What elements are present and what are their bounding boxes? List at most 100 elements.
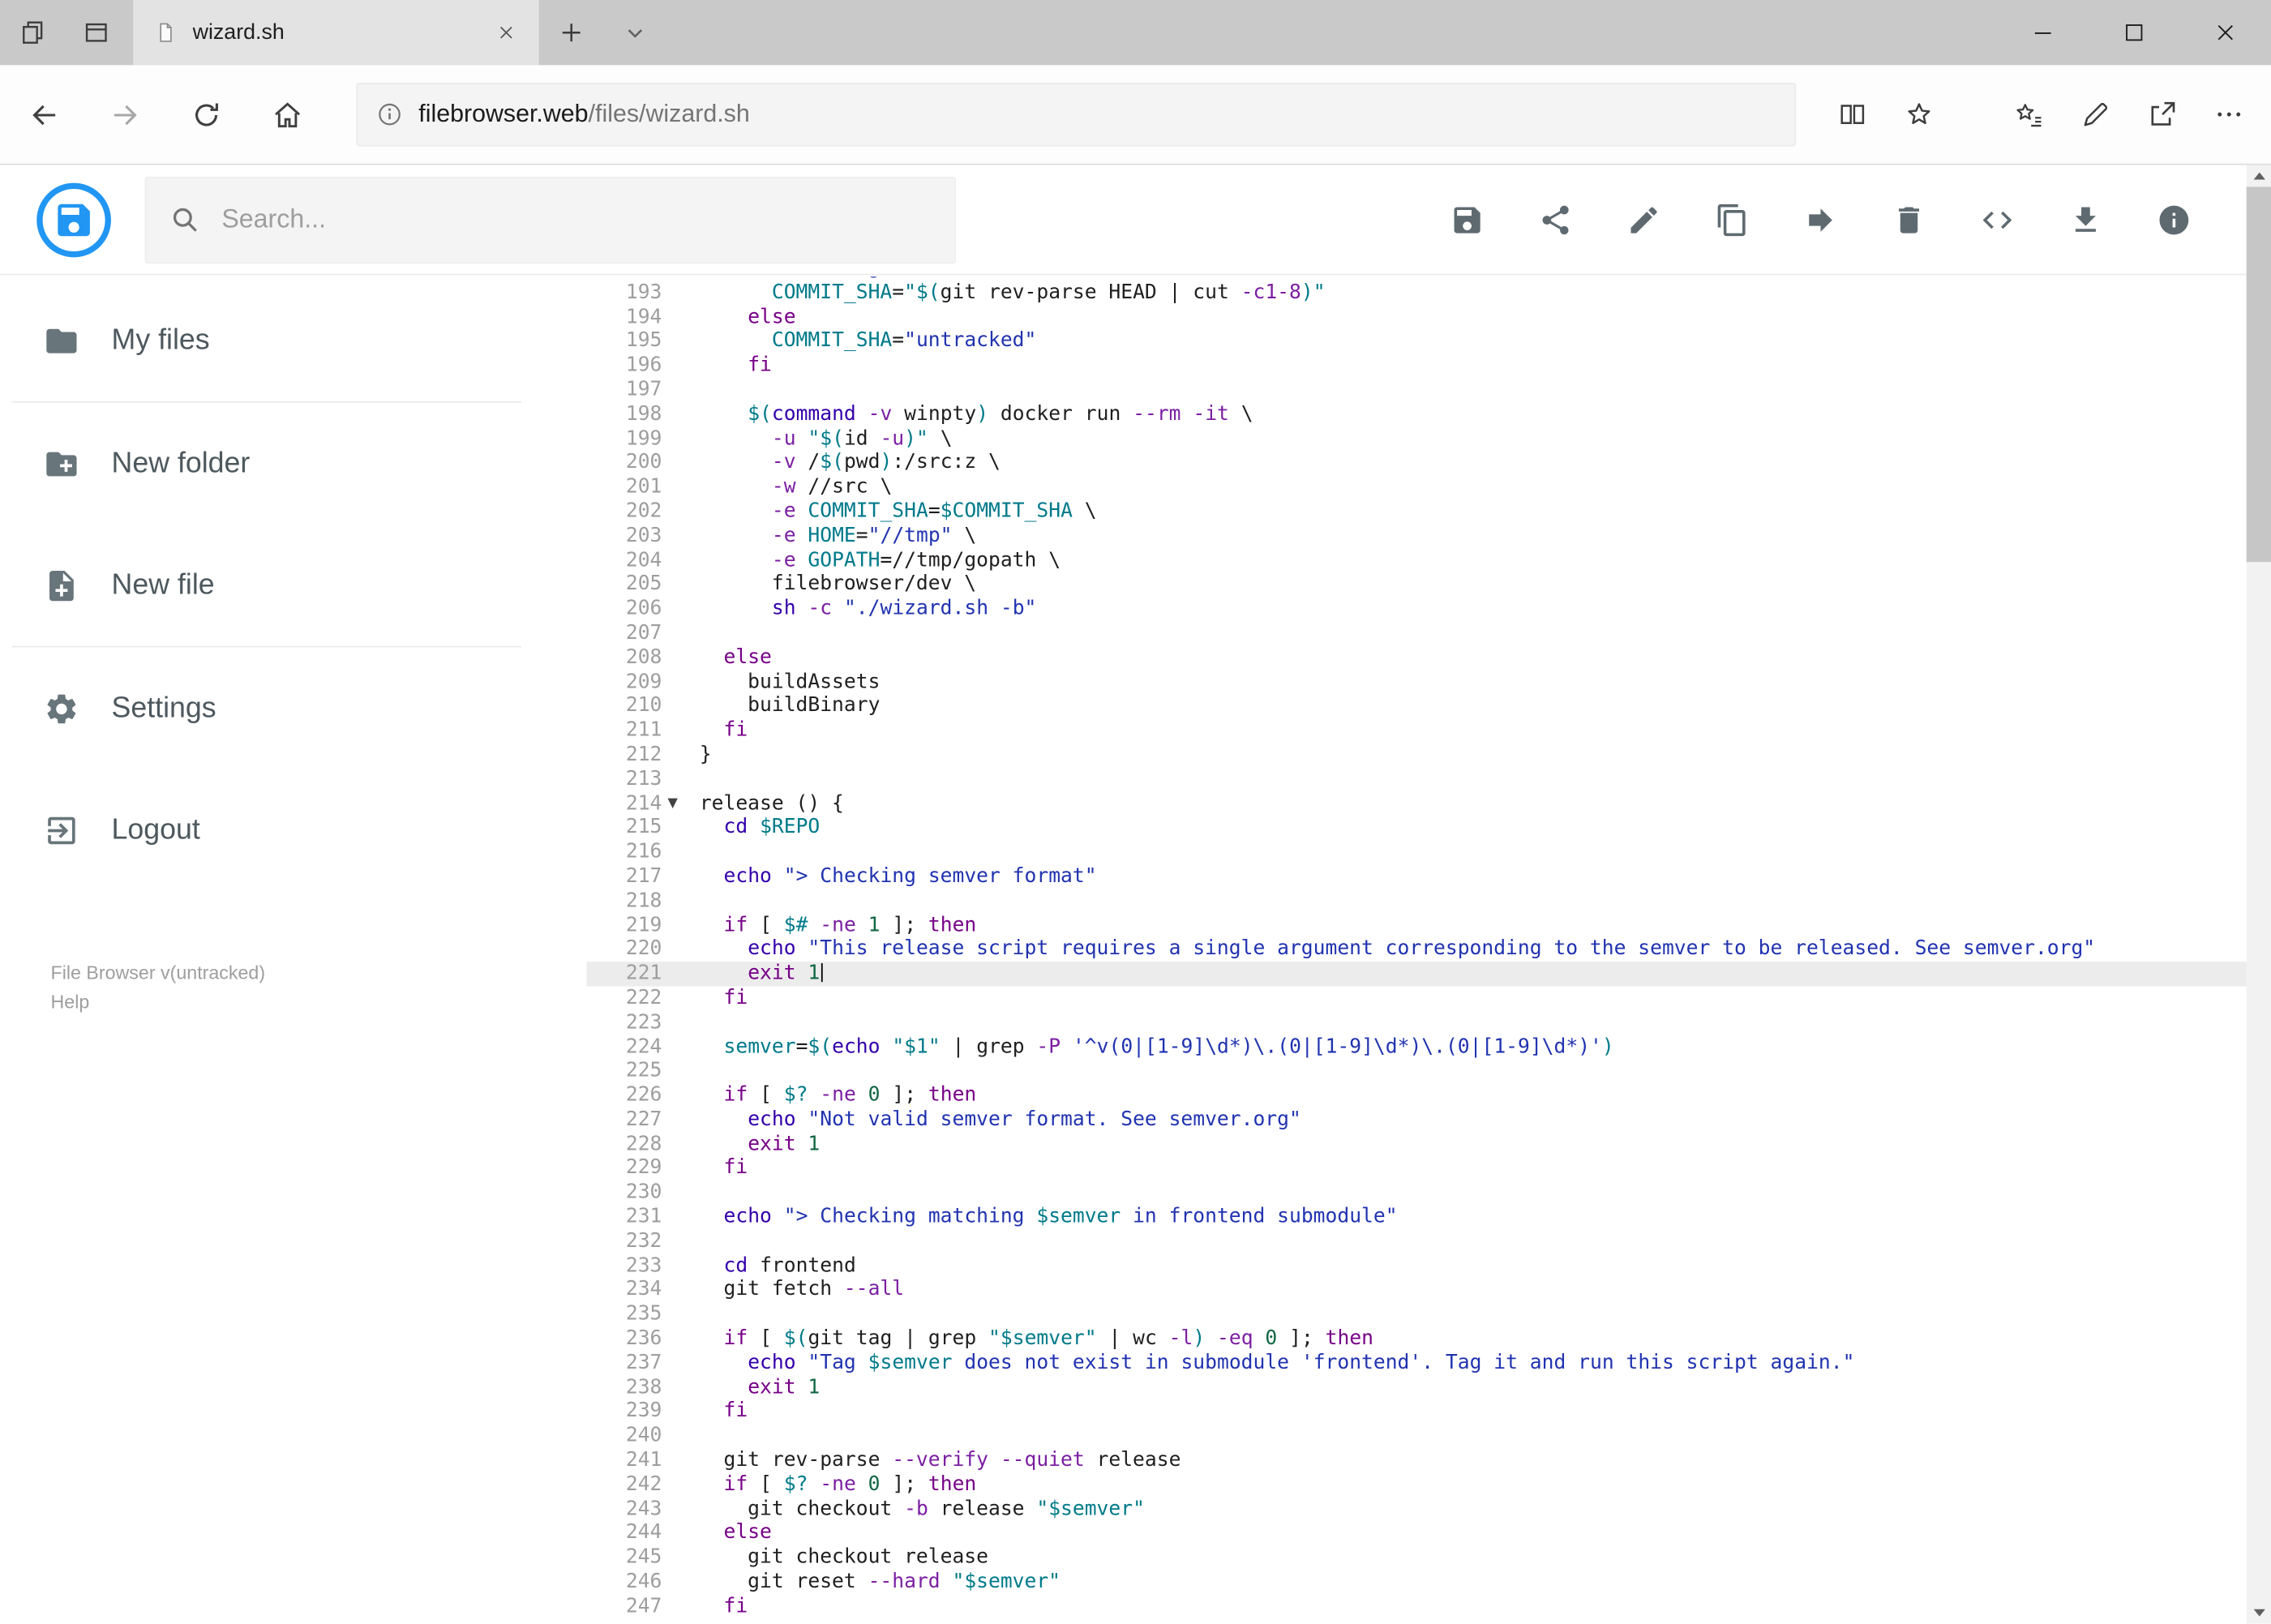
code-line[interactable]: 233 cd frontend [586, 1253, 2246, 1278]
code-line[interactable]: 222 fi [586, 986, 2246, 1010]
code-line[interactable]: 216 [586, 840, 2246, 864]
minimize-button[interactable] [1997, 0, 2089, 65]
code-line[interactable]: 224 semver=$(echo "$1" | grep -P '^v(0|[… [586, 1035, 2246, 1059]
download-button[interactable] [2068, 202, 2103, 237]
code-line[interactable]: 243 git checkout -b release "$semver" [586, 1497, 2246, 1521]
code-line[interactable]: 220 echo "This release script requires a… [586, 937, 2246, 962]
code-line[interactable]: 207 [586, 621, 2246, 645]
code-line[interactable]: 246 git reset --hard "$semver" [586, 1570, 2246, 1595]
code-line[interactable]: 197 [586, 378, 2246, 402]
home-button[interactable] [246, 74, 328, 155]
code-line[interactable]: 199 -u "$(id -u)" \ [586, 426, 2246, 451]
more-button[interactable] [2196, 78, 2262, 150]
sidebar-item-settings[interactable]: Settings [0, 648, 586, 769]
code-line[interactable]: 218 [586, 889, 2246, 913]
code-line[interactable]: 208 else [586, 645, 2246, 670]
code-line[interactable]: 213 [586, 767, 2246, 791]
code-line[interactable]: 238 exit 1 [586, 1375, 2246, 1399]
code-line[interactable]: 232 [586, 1229, 2246, 1253]
code-line[interactable]: 242 if [ $? -ne 0 ]; then [586, 1472, 2246, 1497]
maximize-button[interactable] [2089, 0, 2180, 65]
reading-view-button[interactable] [1819, 78, 1886, 150]
code-line[interactable]: 196 fi [586, 354, 2246, 378]
tab-list-chevron-button[interactable] [602, 0, 666, 65]
code-line[interactable]: 219 if [ $# -ne 1 ]; then [586, 913, 2246, 937]
edit-source-button[interactable] [1980, 202, 2015, 237]
page-scrollbar[interactable] [2246, 165, 2271, 1624]
web-note-button[interactable] [2063, 78, 2129, 150]
code-line[interactable]: 228 exit 1 [586, 1132, 2246, 1156]
set-tabs-aside-button[interactable] [0, 0, 64, 65]
info-button[interactable] [2157, 202, 2192, 237]
code-line[interactable]: 215 cd $REPO [586, 816, 2246, 840]
code-line[interactable]: 194 else [586, 305, 2246, 329]
code-line[interactable]: 241 git rev-parse --verify --quiet relea… [586, 1448, 2246, 1472]
scroll-up-arrow[interactable] [2247, 165, 2271, 187]
code-line[interactable]: 195 COMMIT_SHA="untracked" [586, 329, 2246, 354]
filebrowser-logo[interactable] [36, 182, 112, 257]
add-favorite-button[interactable] [1886, 78, 1952, 150]
site-info-icon[interactable] [375, 100, 405, 129]
code-editor[interactable]: 192 if [ -d ".git" ]; then193 COMMIT_SHA… [586, 276, 2247, 1624]
tab-close-icon[interactable] [486, 14, 524, 51]
code-line[interactable]: 239 fi [586, 1399, 2246, 1424]
hub-button[interactable] [1996, 78, 2063, 150]
code-line[interactable]: 201 -w //src \ [586, 475, 2246, 499]
code-line[interactable]: 205 filebrowser/dev \ [586, 572, 2246, 597]
forward-button[interactable] [84, 74, 165, 155]
code-line[interactable]: 245 git checkout release [586, 1546, 2246, 1570]
code-line[interactable]: 221 exit 1 [586, 962, 2247, 987]
scroll-down-arrow[interactable] [2247, 1602, 2271, 1624]
refresh-button[interactable] [165, 74, 246, 155]
code-line[interactable]: 204 -e GOPATH=//tmp/gopath \ [586, 548, 2246, 572]
code-line[interactable]: 211 fi [586, 718, 2246, 743]
code-line[interactable]: 234 git fetch --all [586, 1278, 2246, 1302]
code-line[interactable]: 235 [586, 1302, 2246, 1326]
code-line[interactable]: 240 [586, 1424, 2246, 1448]
rename-button[interactable] [1626, 202, 1661, 237]
tab-preview-button[interactable] [64, 0, 128, 65]
save-button[interactable] [1450, 202, 1485, 237]
close-button[interactable] [2180, 0, 2271, 65]
help-link[interactable]: Help [51, 988, 266, 1017]
code-line[interactable]: 223 [586, 1010, 2246, 1035]
code-line[interactable]: 229 fi [586, 1156, 2246, 1181]
code-line[interactable]: 227 echo "Not valid semver format. See s… [586, 1108, 2246, 1132]
code-line[interactable]: 209 buildAssets [586, 670, 2246, 694]
code-line[interactable]: 203 -e HOME="//tmp" \ [586, 524, 2246, 548]
code-line[interactable]: 193 COMMIT_SHA="$(git rev-parse HEAD | c… [586, 281, 2246, 305]
sidebar-item-new-file[interactable]: New file [0, 525, 586, 646]
sidebar-item-my-files[interactable]: My files [0, 280, 586, 401]
copy-button[interactable] [1715, 202, 1750, 237]
sidebar-item-new-folder[interactable]: New folder [0, 403, 586, 525]
code-line[interactable]: 210 buildBinary [586, 694, 2246, 718]
code-line[interactable]: 225 [586, 1059, 2246, 1083]
code-line[interactable]: 214 ▼ release () { [586, 791, 2246, 816]
search-input[interactable] [221, 204, 932, 235]
new-tab-button[interactable] [539, 0, 603, 65]
scrollbar-thumb[interactable] [2246, 186, 2271, 563]
back-button[interactable] [3, 74, 84, 155]
code-line[interactable]: 206 sh -c "./wizard.sh -b" [586, 597, 2246, 621]
share-file-button[interactable] [1538, 202, 1573, 237]
code-line[interactable]: 198 $(command -v winpty) docker run --rm… [586, 402, 2246, 426]
fold-marker-icon[interactable]: ▼ [662, 791, 699, 816]
code-line[interactable]: 244 else [586, 1522, 2246, 1546]
code-line[interactable]: 230 [586, 1181, 2246, 1205]
move-button[interactable] [1803, 202, 1838, 237]
code-line[interactable]: 247 fi [586, 1595, 2246, 1619]
code-line[interactable]: 236 if [ $(git tag | grep "$semver" | wc… [586, 1326, 2246, 1351]
code-line[interactable]: 237 echo "Tag $semver does not exist in … [586, 1351, 2246, 1375]
code-line[interactable]: 202 -e COMMIT_SHA=$COMMIT_SHA \ [586, 499, 2246, 524]
code-line[interactable]: 231 echo "> Checking matching $semver in… [586, 1205, 2246, 1229]
delete-button[interactable] [1892, 202, 1926, 237]
share-button[interactable] [2129, 78, 2196, 150]
address-bar[interactable]: filebrowser.web/files/wizard.sh [356, 82, 1797, 147]
code-line[interactable]: 226 if [ $? -ne 0 ]; then [586, 1083, 2246, 1108]
code-line[interactable]: 217 echo "> Checking semver format" [586, 864, 2246, 889]
browser-tab[interactable]: wizard.sh [133, 0, 539, 66]
code-line[interactable]: 212} [586, 743, 2246, 767]
sidebar-item-logout[interactable]: Logout [0, 769, 586, 891]
code-line[interactable]: 200 -v /$(pwd):/src:z \ [586, 451, 2246, 475]
